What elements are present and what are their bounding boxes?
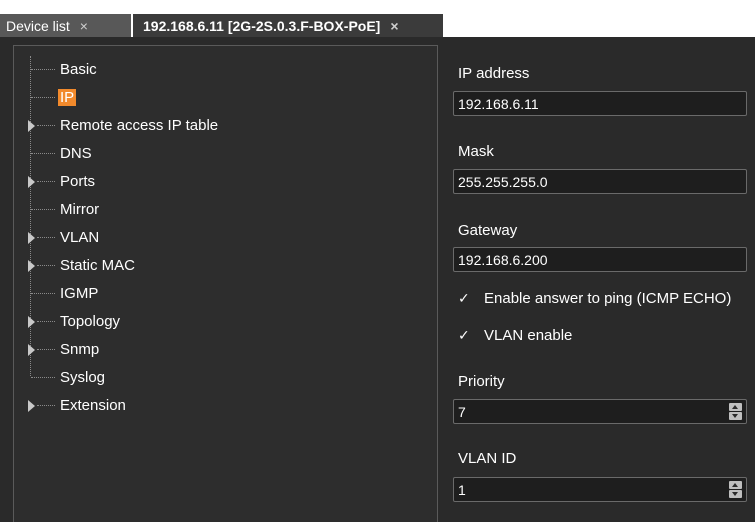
tree-item-ports[interactable]: Ports <box>14 168 437 196</box>
tree-item-extension[interactable]: Extension <box>14 392 437 420</box>
tree-connector <box>31 209 55 210</box>
settings-tree-panel: Basic IP Remote access IP table DNS Ports Mir… <box>13 45 438 522</box>
tab-label: 192.168.6.11 [2G-2S.0.3.F-BOX-PoE] <box>143 17 381 34</box>
expand-arrow-icon[interactable] <box>28 120 35 132</box>
tree-connector <box>31 293 55 294</box>
ip-address-label: IP address <box>458 65 530 82</box>
chevron-up-icon[interactable] <box>729 481 742 489</box>
gateway-label: Gateway <box>458 222 518 239</box>
tree-item-label: Snmp <box>60 341 100 358</box>
ping-checkbox[interactable]: ✓ Enable answer to ping (ICMP ECHO) <box>458 290 731 307</box>
tree-item-basic[interactable]: Basic <box>14 56 437 84</box>
tree-item-label: Ports <box>60 173 96 190</box>
tree-item-dns[interactable]: DNS <box>14 140 437 168</box>
close-icon[interactable]: × <box>390 18 398 34</box>
mask-input[interactable]: 255.255.255.0 <box>453 169 747 194</box>
tree-item-ip[interactable]: IP <box>14 84 437 112</box>
vlan-id-label: VLAN ID <box>458 450 517 467</box>
tree-item-mirror[interactable]: Mirror <box>14 196 437 224</box>
tree-item-label: IP <box>58 89 77 106</box>
tree-connector <box>37 321 55 322</box>
tree-connector <box>37 125 55 126</box>
tree-connector <box>31 377 55 378</box>
vlan-id-value: 1 <box>458 481 466 498</box>
chevron-down-icon[interactable] <box>729 490 742 498</box>
tree-connector <box>31 153 55 154</box>
tree-connector <box>31 97 55 98</box>
tree-item-label: Static MAC <box>60 257 136 274</box>
tree-item-label: Basic <box>60 61 97 78</box>
expand-arrow-icon[interactable] <box>28 316 35 328</box>
tree-item-vlan[interactable]: VLAN <box>14 224 437 252</box>
tree-item-label: IGMP <box>60 285 99 302</box>
priority-stepper[interactable]: 7 <box>453 399 747 424</box>
tree-item-label: Syslog <box>60 369 106 386</box>
tree-connector <box>37 237 55 238</box>
expand-arrow-icon[interactable] <box>28 260 35 272</box>
tree-item-label: VLAN <box>60 229 100 246</box>
tab-device-list[interactable]: Device list × <box>0 14 131 37</box>
tree-connector <box>37 181 55 182</box>
priority-value: 7 <box>458 403 466 420</box>
tree-item-label: Topology <box>60 313 121 330</box>
expand-arrow-icon[interactable] <box>28 344 35 356</box>
tree-item-remote-access-ip-table[interactable]: Remote access IP table <box>14 112 437 140</box>
settings-tree: Basic IP Remote access IP table DNS Ports Mir… <box>14 56 437 420</box>
main-area: Basic IP Remote access IP table DNS Ports Mir… <box>0 37 755 522</box>
tab-device-ip[interactable]: 192.168.6.11 [2G-2S.0.3.F-BOX-PoE] × <box>133 14 443 37</box>
tab-label: Device list <box>6 17 70 34</box>
checkmark-icon: ✓ <box>458 290 470 306</box>
ip-address-input[interactable]: 192.168.6.11 <box>453 91 747 116</box>
gateway-input[interactable]: 192.168.6.200 <box>453 247 747 272</box>
tree-item-label: DNS <box>60 145 92 162</box>
close-icon[interactable]: × <box>80 18 88 34</box>
expand-arrow-icon[interactable] <box>28 232 35 244</box>
tree-connector <box>37 405 55 406</box>
tree-item-label: Remote access IP table <box>60 117 219 134</box>
tree-connector <box>31 69 55 70</box>
priority-label: Priority <box>458 373 505 390</box>
priority-spinner <box>729 403 742 420</box>
mask-label: Mask <box>458 143 494 160</box>
tab-bar: Device list × 192.168.6.11 [2G-2S.0.3.F-… <box>0 0 755 37</box>
ping-label: Enable answer to ping (ICMP ECHO) <box>484 290 732 307</box>
vlan-id-spinner <box>729 481 742 498</box>
tree-item-label: Mirror <box>60 201 100 218</box>
expand-arrow-icon[interactable] <box>28 176 35 188</box>
tree-item-syslog[interactable]: Syslog <box>14 364 437 392</box>
checkmark-icon: ✓ <box>458 327 470 343</box>
expand-arrow-icon[interactable] <box>28 400 35 412</box>
vlan-enable-label: VLAN enable <box>484 327 573 344</box>
chevron-down-icon[interactable] <box>729 412 742 420</box>
tree-item-topology[interactable]: Topology <box>14 308 437 336</box>
vlan-id-stepper[interactable]: 1 <box>453 477 747 502</box>
settings-panel: IP address 192.168.6.11 Mask 255.255.255… <box>443 37 755 522</box>
tree-connector <box>37 265 55 266</box>
tree-item-label: Extension <box>60 397 126 414</box>
tree-item-snmp[interactable]: Snmp <box>14 336 437 364</box>
vlan-enable-checkbox[interactable]: ✓ VLAN enable <box>458 327 572 344</box>
tree-item-igmp[interactable]: IGMP <box>14 280 437 308</box>
tree-item-static-mac[interactable]: Static MAC <box>14 252 437 280</box>
tree-connector <box>37 349 55 350</box>
chevron-up-icon[interactable] <box>729 403 742 411</box>
